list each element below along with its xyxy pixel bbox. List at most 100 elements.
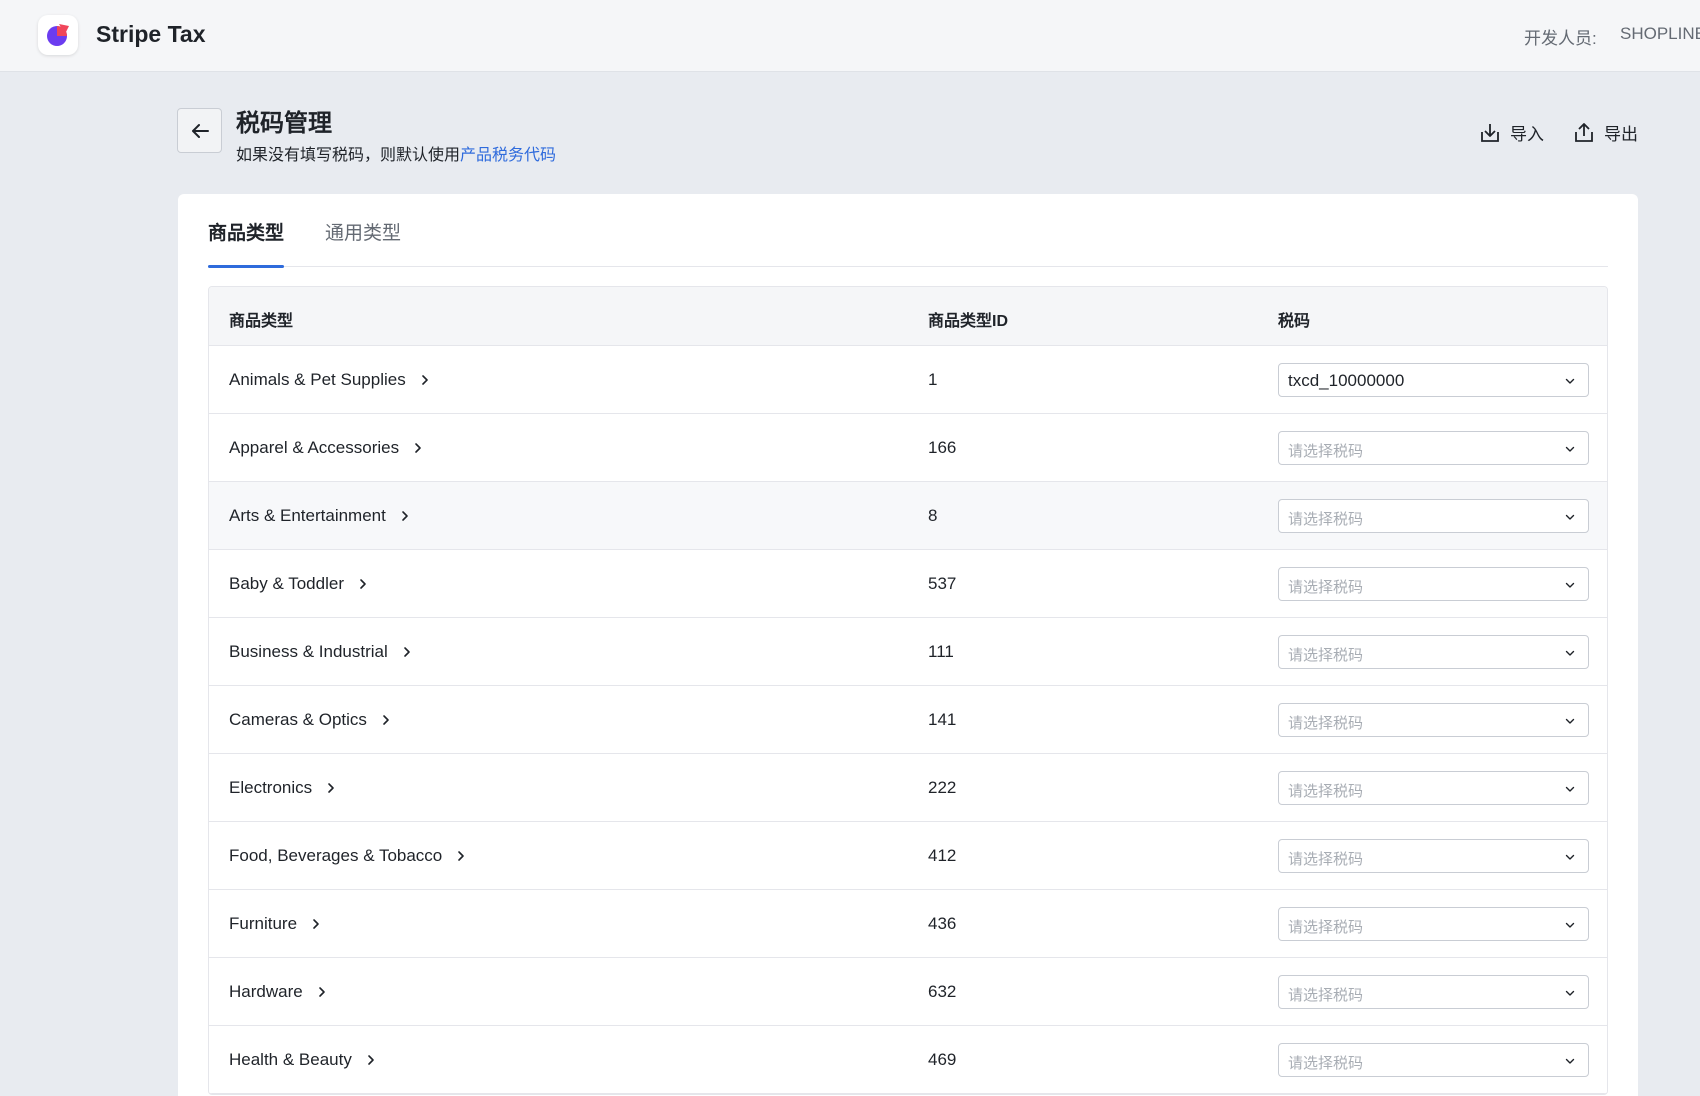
product-type-label: Business & Industrial: [229, 642, 388, 661]
product-type-name[interactable]: Arts & Entertainment: [229, 506, 410, 526]
product-type-name[interactable]: Food, Beverages & Tobacco: [229, 846, 466, 866]
chevron-down-icon: [1565, 922, 1575, 928]
tax-code-select[interactable]: 请选择税码: [1278, 839, 1589, 873]
subtitle-text: 如果没有填写税码，则默认使用: [236, 147, 461, 164]
import-icon: [1481, 123, 1499, 142]
tax-code-select[interactable]: 请选择税码: [1278, 771, 1589, 805]
chevron-right-icon: [402, 511, 408, 521]
product-type-label: Arts & Entertainment: [229, 506, 386, 525]
tax-code-placeholder: 请选择税码: [1288, 443, 1364, 460]
product-type-name[interactable]: Animals & Pet Supplies: [229, 370, 430, 390]
product-type-label: Electronics: [229, 778, 313, 797]
chevron-right-icon: [313, 919, 319, 929]
export-button[interactable]: 导出: [1572, 120, 1638, 145]
product-type-name[interactable]: Baby & Toddler: [229, 574, 368, 594]
tab-bar: 商品类型 通用类型: [208, 194, 1608, 268]
table-row: Food, Beverages & Tobacco 412 请选择税码: [209, 822, 1607, 890]
chevron-right-icon: [383, 715, 389, 725]
tab-product-type[interactable]: 商品类型: [208, 218, 285, 268]
chevron-down-icon: [1565, 990, 1575, 996]
page-title: 税码管理: [236, 110, 332, 137]
tax-code-placeholder: 请选择税码: [1288, 987, 1364, 1004]
chevron-right-icon: [415, 443, 421, 453]
tax-code-placeholder: 请选择税码: [1288, 511, 1364, 528]
tax-code-select[interactable]: 请选择税码: [1278, 635, 1589, 669]
tax-code-placeholder: 请选择税码: [1288, 1055, 1364, 1072]
column-header-tax-code: 税码: [1278, 313, 1311, 330]
table-row: Arts & Entertainment 8 请选择税码: [209, 482, 1607, 550]
tax-code-select[interactable]: 请选择税码: [1278, 1043, 1589, 1077]
product-type-label: Animals & Pet Supplies: [229, 370, 406, 389]
product-type-label: Hardware: [229, 982, 303, 1001]
product-tax-code-link[interactable]: 产品税务代码: [460, 147, 556, 164]
table-row: Furniture 436 请选择税码: [209, 890, 1607, 958]
developer-value: SHOPLINE: [1620, 24, 1700, 43]
tax-code-select[interactable]: 请选择税码: [1278, 499, 1589, 533]
table-row: Animals & Pet Supplies 1 txcd_10000000: [209, 346, 1607, 414]
product-type-id: 166: [928, 438, 957, 457]
product-type-name[interactable]: Furniture: [229, 914, 321, 934]
product-type-id: 537: [928, 574, 957, 593]
chevron-right-icon: [328, 783, 334, 793]
tax-code-select[interactable]: 请选择税码: [1278, 907, 1589, 941]
product-type-id: 412: [928, 846, 957, 865]
product-type-id: 436: [928, 914, 957, 933]
tax-code-placeholder: 请选择税码: [1288, 851, 1364, 868]
table-body: Animals & Pet Supplies 1 txcd_10000000 Appa…: [209, 346, 1607, 1094]
product-type-id: 469: [928, 1050, 957, 1069]
product-type-label: Furniture: [229, 914, 298, 933]
table-row: Baby & Toddler 537 请选择税码: [209, 550, 1607, 618]
product-type-id: 222: [928, 778, 957, 797]
chevron-down-icon: [1565, 514, 1575, 520]
table-row: Business & Industrial 111 请选择税码: [209, 618, 1607, 686]
product-type-label: Cameras & Optics: [229, 710, 367, 729]
back-button[interactable]: [177, 108, 222, 153]
stripe-tax-logo-icon: [38, 15, 78, 55]
product-type-id: 141: [928, 710, 957, 729]
product-type-name[interactable]: Electronics: [229, 778, 336, 798]
product-type-label: Food, Beverages & Tobacco: [229, 846, 443, 865]
product-type-name[interactable]: Health & Beauty: [229, 1050, 376, 1070]
tax-code-select[interactable]: 请选择税码: [1278, 567, 1589, 601]
chevron-right-icon: [403, 647, 410, 657]
chevron-down-icon: [1565, 786, 1575, 792]
tax-code-select[interactable]: 请选择税码: [1278, 703, 1589, 737]
product-type-id: 1: [928, 370, 938, 389]
chevron-right-icon: [458, 851, 465, 861]
product-type-name[interactable]: Cameras & Optics: [229, 710, 391, 730]
chevron-down-icon: [1565, 718, 1575, 724]
tax-code-table: 商品类型 商品类型ID 税码 Animals & Pet Supplies 1 tx…: [208, 286, 1608, 1095]
tax-code-select[interactable]: 请选择税码: [1278, 975, 1589, 1009]
top-bar: Stripe Tax 开发人员: SHOPLINE: [0, 0, 1700, 72]
tax-code-placeholder: 请选择税码: [1288, 715, 1364, 732]
product-type-label: Health & Beauty: [229, 1050, 352, 1069]
chevron-down-icon: [1565, 446, 1575, 452]
app-title: Stripe Tax: [96, 21, 206, 47]
tax-code-placeholder: 请选择税码: [1288, 647, 1364, 664]
product-type-name[interactable]: Apparel & Accessories: [229, 438, 423, 458]
product-type-id: 8: [928, 506, 938, 525]
table-row: Hardware 632 请选择税码: [209, 958, 1607, 1026]
product-type-name[interactable]: Business & Industrial: [229, 642, 412, 662]
chevron-down-icon: [1565, 854, 1575, 860]
import-button[interactable]: 导入: [1478, 120, 1544, 145]
table-row: Cameras & Optics 141 请选择税码: [209, 686, 1607, 754]
chevron-right-icon: [318, 987, 325, 997]
chevron-right-icon: [360, 579, 366, 589]
export-label: 导出: [1604, 125, 1638, 144]
product-type-label: Baby & Toddler: [229, 574, 344, 593]
column-header-product-type: 商品类型: [229, 313, 294, 330]
tax-code-placeholder: 请选择税码: [1288, 783, 1364, 800]
tax-code-value: txcd_10000000: [1288, 371, 1405, 390]
chevron-down-icon: [1565, 650, 1575, 656]
table-row: Apparel & Accessories 166 请选择税码: [209, 414, 1607, 482]
table-row: Electronics 222 请选择税码: [209, 754, 1607, 822]
arrow-left-icon: [191, 123, 209, 138]
tax-code-select[interactable]: txcd_10000000: [1278, 363, 1589, 397]
content-card: 商品类型 通用类型 商品类型 商品类型ID 税码 Animals & Pet S…: [178, 194, 1638, 1096]
product-type-id: 111: [928, 642, 954, 661]
tax-code-select[interactable]: 请选择税码: [1278, 431, 1589, 465]
tab-general-type[interactable]: 通用类型: [325, 218, 401, 267]
product-type-name[interactable]: Hardware: [229, 982, 327, 1002]
chevron-down-icon: [1565, 378, 1575, 384]
